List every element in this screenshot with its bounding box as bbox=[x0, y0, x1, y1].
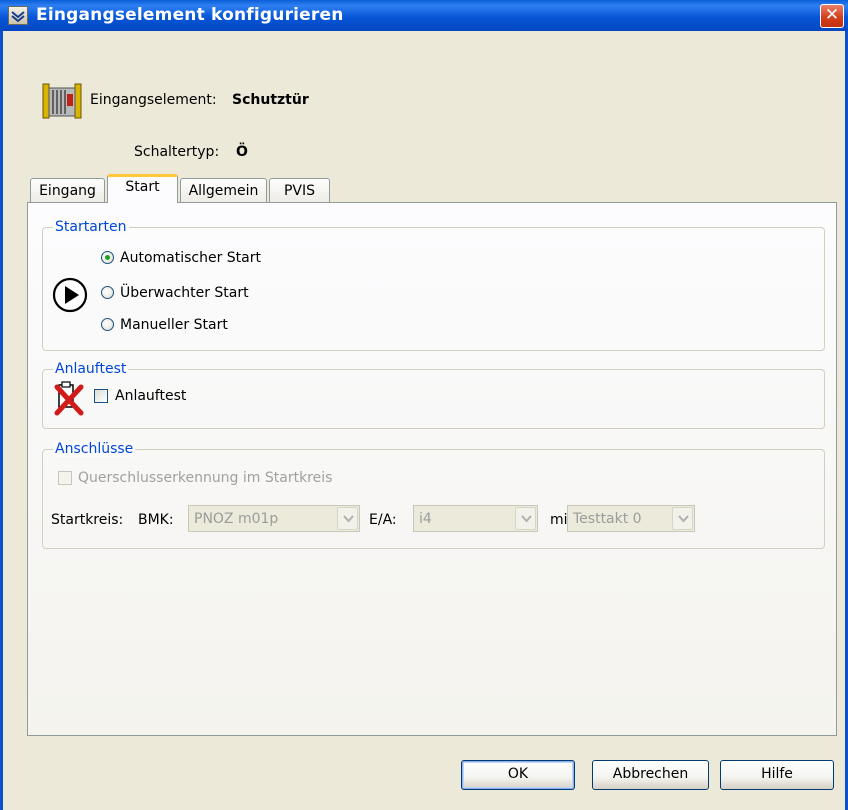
window-title: Eingangselement konfigurieren bbox=[36, 5, 344, 25]
radio-manueller-start-label: Manueller Start bbox=[120, 317, 228, 333]
chevron-down-icon[interactable] bbox=[337, 507, 358, 530]
ok-button[interactable]: OK bbox=[461, 760, 575, 790]
ea-select[interactable]: i4 bbox=[413, 505, 538, 532]
start-tab-panel: Startarten Automatischer Start Überwacht… bbox=[27, 202, 837, 736]
cancel-button[interactable]: Abbrechen bbox=[592, 760, 709, 790]
disabled-test-icon bbox=[52, 379, 88, 417]
anlauftest-title: Anlauftest bbox=[53, 361, 129, 377]
anschluesse-group bbox=[42, 449, 825, 549]
element-label: Eingangselement: bbox=[90, 92, 217, 108]
switch-type-label: Schaltertyp: bbox=[134, 144, 220, 160]
anschluesse-title: Anschlüsse bbox=[53, 441, 136, 457]
tab-pvis[interactable]: PVIS bbox=[269, 178, 330, 203]
querschluss-checkbox-label: Querschlusserkennung im Startkreis bbox=[78, 470, 333, 486]
safety-door-icon bbox=[41, 82, 83, 120]
tab-allgemein[interactable]: Allgemein bbox=[180, 178, 267, 203]
play-icon bbox=[52, 277, 88, 313]
chevron-down-icon[interactable] bbox=[515, 507, 536, 530]
anlauftest-checkbox-label: Anlauftest bbox=[115, 388, 187, 404]
radio-automatischer-start-label: Automatischer Start bbox=[120, 250, 261, 266]
window-frame-left bbox=[0, 31, 3, 810]
bmk-select[interactable]: PNOZ m01p bbox=[188, 505, 360, 532]
anlauftest-checkbox[interactable] bbox=[94, 389, 108, 403]
element-value: Schutztür bbox=[232, 92, 309, 108]
tab-eingang[interactable]: Eingang bbox=[30, 178, 105, 203]
startarten-title: Startarten bbox=[53, 219, 129, 235]
bmk-select-value: PNOZ m01p bbox=[194, 511, 279, 527]
tab-start[interactable]: Start bbox=[107, 174, 178, 203]
app-icon bbox=[8, 6, 28, 25]
close-button[interactable]: ✕ bbox=[820, 4, 844, 28]
querschluss-checkbox[interactable] bbox=[58, 471, 72, 485]
startkreis-label: Startkreis: bbox=[51, 512, 124, 528]
chevron-down-icon[interactable] bbox=[672, 507, 693, 530]
help-button[interactable]: Hilfe bbox=[720, 760, 834, 790]
radio-ueberwachter-start-label: Überwachter Start bbox=[120, 285, 249, 301]
radio-ueberwachter-start[interactable] bbox=[101, 286, 114, 299]
title-bar[interactable]: Eingangselement konfigurieren ✕ bbox=[0, 0, 848, 31]
radio-manueller-start[interactable] bbox=[101, 318, 114, 331]
ea-label: E/A: bbox=[369, 512, 397, 528]
mit-select[interactable]: Testtakt 0 bbox=[567, 505, 695, 532]
ea-select-value: i4 bbox=[419, 511, 432, 527]
mit-select-value: Testtakt 0 bbox=[573, 511, 642, 527]
switch-type-value: Ö bbox=[236, 144, 248, 160]
bmk-label: BMK: bbox=[138, 512, 174, 528]
radio-automatischer-start[interactable] bbox=[101, 251, 114, 264]
